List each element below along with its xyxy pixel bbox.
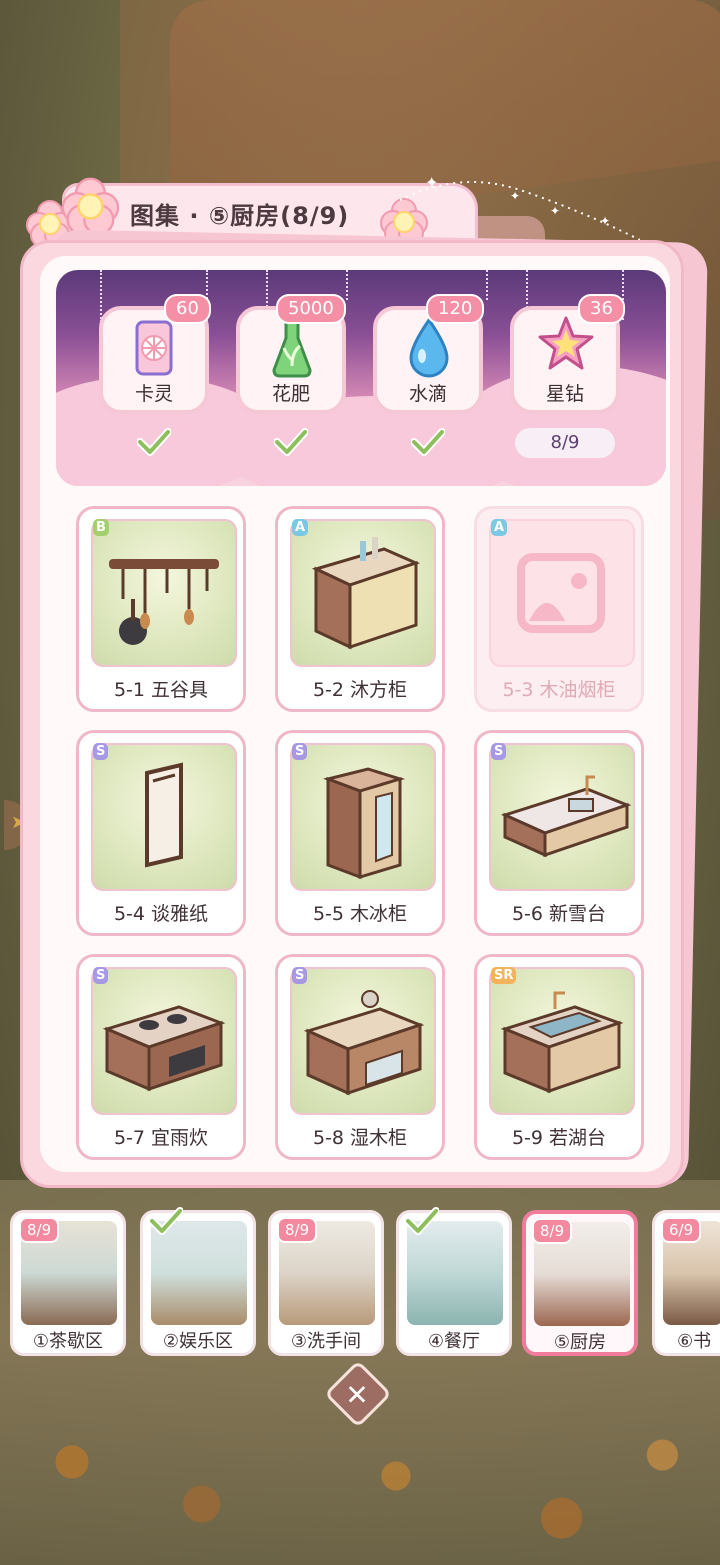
item-thumbnail: [91, 967, 237, 1115]
rarity-badge: S: [491, 743, 507, 760]
item-thumbnail: [290, 519, 436, 667]
area-thumbnail: [407, 1221, 503, 1325]
collection-item[interactable]: S 5-8 湿木柜: [275, 954, 445, 1160]
reward-label: 水滴: [408, 383, 447, 405]
area-label: ⑤厨房: [553, 1332, 607, 1353]
rarity-badge: SR: [491, 967, 517, 984]
item-label: 5-9 若湖台: [511, 1127, 607, 1149]
svg-text:✦: ✦: [600, 214, 610, 228]
collection-item[interactable]: S 5-5 木冰柜: [275, 730, 445, 936]
rarity-badge: S: [292, 967, 308, 984]
svg-text:✦: ✦: [425, 173, 438, 192]
rarity-badge: A: [292, 519, 309, 536]
reward-label: 星钻: [545, 383, 584, 405]
paper-panel-icon: [145, 762, 183, 868]
area-progress-badge: 6/9: [661, 1217, 702, 1243]
svg-text:✦: ✦: [510, 189, 520, 203]
area-progress-badge: 8/9: [532, 1218, 573, 1244]
check-icon: [137, 428, 171, 456]
area-tab-restroom[interactable]: 8/9 ③洗手间: [268, 1210, 384, 1356]
stove-icon: [102, 1005, 226, 1092]
reward-label: 卡灵: [134, 383, 173, 405]
rarity-badge: S: [93, 967, 109, 984]
page-title: 图集 · ⑤厨房(8/9): [130, 202, 350, 230]
check-icon: [411, 428, 445, 456]
reward-count-badge: 120: [426, 294, 485, 324]
cabinet-icon: [311, 537, 421, 650]
collection-item-locked[interactable]: A 5-3 木油烟柜: [474, 506, 644, 712]
item-thumbnail: [489, 967, 635, 1115]
item-thumbnail-placeholder: [489, 519, 635, 667]
collection-item[interactable]: SR 5-9 若湖台: [474, 954, 644, 1160]
close-icon: ✕: [345, 1378, 369, 1412]
area-label: ③洗手间: [290, 1331, 362, 1352]
reward-count-badge: 60: [164, 294, 211, 324]
area-tab-kitchen[interactable]: 8/9 ⑤厨房: [522, 1210, 638, 1356]
flower-icon: [61, 177, 120, 236]
area-label: ①茶歇区: [32, 1331, 104, 1352]
item-thumbnail: [489, 743, 635, 891]
counter-sink-icon: [500, 775, 632, 858]
reward-count-badge: 5000: [276, 294, 346, 324]
rarity-badge: S: [93, 743, 109, 760]
area-tab-tea[interactable]: 8/9 ①茶歇区: [10, 1210, 126, 1356]
item-label: 5-4 谈雅纸: [113, 903, 209, 925]
check-icon: [274, 428, 308, 456]
item-label: 5-5 木冰柜: [312, 903, 408, 925]
area-tab-dining[interactable]: ④餐厅: [396, 1207, 512, 1356]
item-label: 5-7 宜雨炊: [113, 1127, 209, 1149]
collection-item[interactable]: S 5-6 新雪台: [474, 730, 644, 936]
item-thumbnail: [91, 743, 237, 891]
area-thumbnail: [151, 1221, 247, 1325]
area-progress-badge: 8/9: [277, 1217, 318, 1243]
item-label: 5-1 五谷具: [113, 679, 209, 701]
collection-item[interactable]: S 5-4 谈雅纸: [76, 730, 246, 936]
rarity-badge: B: [93, 519, 109, 536]
check-icon: [405, 1207, 439, 1235]
fridge-icon: [322, 767, 406, 880]
area-progress-badge: 8/9: [19, 1217, 60, 1243]
reward-progress: 8/9: [515, 428, 615, 458]
item-label: 5-2 沐方柜: [312, 679, 408, 701]
svg-text:✦: ✦: [550, 204, 560, 218]
area-label: ⑥书: [677, 1331, 712, 1352]
star-diamond-icon: [538, 316, 594, 370]
area-label: ④餐厅: [427, 1331, 481, 1352]
reward-count-badge: 36: [578, 294, 625, 324]
item-thumbnail: [290, 967, 436, 1115]
rarity-badge: S: [292, 743, 308, 760]
collection-item[interactable]: S 5-7 宜雨炊: [76, 954, 246, 1160]
item-label: 5-3 木油烟柜: [502, 679, 616, 701]
background-flowers: [0, 1420, 720, 1560]
water-drop-icon: [409, 318, 449, 378]
item-label: 5-6 新雪台: [511, 903, 607, 925]
check-icon: [149, 1207, 183, 1235]
dish-cabinet-icon: [303, 990, 425, 1096]
area-label: ②娱乐区: [162, 1331, 234, 1352]
utensil-rack-icon: [109, 559, 219, 645]
item-thumbnail: [91, 519, 237, 667]
area-tab-study[interactable]: 6/9 ⑥书: [652, 1210, 720, 1356]
card-icon: [135, 320, 173, 376]
reward-label: 花肥: [271, 383, 310, 405]
collection-item[interactable]: A 5-2 沐方柜: [275, 506, 445, 712]
item-label: 5-8 湿木柜: [312, 1127, 408, 1149]
fertilizer-flask-icon: [272, 320, 312, 378]
item-thumbnail: [290, 743, 436, 891]
collection-item[interactable]: B 5-1 五谷具: [76, 506, 246, 712]
area-tab-entertainment[interactable]: ②娱乐区: [140, 1207, 256, 1356]
image-placeholder-icon: [517, 553, 605, 633]
rarity-badge: A: [491, 519, 508, 536]
sink-counter-icon: [500, 991, 624, 1094]
